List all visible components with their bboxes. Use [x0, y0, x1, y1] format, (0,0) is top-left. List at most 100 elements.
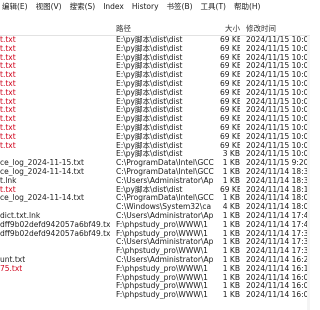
file-name: dff9b02defd942057a6bf49.txt	[0, 228, 110, 238]
result-row[interactable]: t.txt E:\py脚本\dist\dist 69 KB 2024/11/14 18…	[0, 185, 310, 194]
result-row[interactable]: t.txt E:\py脚本\dist\dist 69 KB 2024/11/15 10…	[0, 61, 310, 70]
file-size: 69 KB	[220, 105, 240, 115]
menu-index[interactable]: Index	[99, 0, 128, 14]
file-modified-date: 2024/11/14 17:45	[246, 211, 310, 220]
file-size: 69 KB	[220, 61, 240, 71]
file-size: 69 KB	[220, 35, 240, 44]
file-size: 1 KB	[222, 281, 240, 291]
menu-edit[interactable]: 编辑(E)	[0, 0, 32, 14]
file-path: E:\py脚本\dist\dist	[116, 35, 183, 44]
result-row[interactable]: F:\phpstudy_pro\WWW\1 1 KB 2024/11/14 16:0…	[0, 273, 310, 282]
menu-history[interactable]: History	[128, 0, 163, 14]
result-row[interactable]: t.lnk C:\Users\Administrator\Ap 1 KB 2024/1…	[0, 176, 310, 185]
result-row[interactable]: t.txt E:\py脚本\dist\dist 69 KB 2024/11/15 10…	[0, 79, 310, 88]
file-modified-date: 2024/11/15 10:09	[246, 123, 310, 132]
file-modified-date: 2024/11/15 10:09	[246, 52, 310, 62]
menu-tools[interactable]: 工具(T)	[197, 0, 230, 14]
file-size: 1 KB	[222, 263, 240, 273]
result-row[interactable]: dict.txt.lnk C:\Users\Administrator\Ap 1 K…	[0, 211, 310, 220]
result-row[interactable]: F:\phpstudy_pro\WWW\1 1 KB 2024/11/14 16:0…	[0, 290, 310, 299]
file-size: 1 KB	[222, 211, 240, 220]
file-name: t.txt	[0, 131, 16, 141]
file-name: t.txt	[0, 96, 16, 106]
file-path: C:\Users\Administrator\Ap	[116, 211, 214, 220]
file-path: E:\py脚本\dist\dist	[116, 131, 183, 141]
file-modified-date: 2024/11/15 10:09	[246, 87, 310, 97]
result-row[interactable]: t.txt E:\py脚本\dist\dist 69 KB 2024/11/15 10…	[0, 123, 310, 132]
file-size: 4 KB	[222, 202, 240, 212]
file-modified-date: 2024/11/14 16:11	[246, 263, 310, 273]
file-size: 1 KB	[222, 228, 240, 238]
result-row[interactable]: t.txt E:\py脚本\dist\dist 69 KB 2024/11/15 10…	[0, 105, 310, 114]
file-path: F:\phpstudy_pro\WWW\1	[116, 219, 208, 229]
result-row[interactable]: C:\Windows\System32\ca 4 KB 2024/11/14 18:…	[0, 202, 310, 211]
file-modified-date: 2024/11/14 16:03	[246, 281, 310, 291]
file-name: t.txt	[0, 43, 16, 53]
result-row[interactable]: t.txt E:\py脚本\dist\dist 69 KB 2024/11/15 10…	[0, 44, 310, 53]
menu-search[interactable]: 搜索(S)	[66, 0, 100, 14]
result-row[interactable]: t.txt E:\py脚本\dist\dist 69 KB 2024/11/15 10…	[0, 53, 310, 62]
file-name: t.txt	[0, 140, 16, 150]
menu-help[interactable]: 帮助(H)	[230, 0, 265, 14]
file-path: C:\Windows\System32\ca	[116, 202, 212, 212]
result-row[interactable]: dff9b02defd942057a6bf49.txt F:\phpstudy_p…	[0, 229, 310, 238]
result-row[interactable]: t.txt E:\py脚本\dist\dist 69 KB 2024/11/15 10…	[0, 97, 310, 106]
result-row[interactable]: 75.txt F:\phpstudy_pro\WWW\1 1 KB 2024/11/1…	[0, 264, 310, 273]
file-size: 69 KB	[220, 184, 240, 194]
result-row[interactable]: t.txt E:\py脚本\dist\dist 69 KB 2024/11/15 10…	[0, 70, 310, 79]
file-path: E:\py脚本\dist\dist	[116, 43, 183, 53]
result-row[interactable]: t.txt E:\py脚本\dist\dist 69 KB 2024/11/15 10…	[0, 114, 310, 123]
file-path: E:\py脚本\dist\dist	[116, 61, 183, 71]
file-name: t.txt	[0, 114, 16, 124]
file-size: 1 KB	[222, 167, 240, 176]
result-row[interactable]: unt.txt C:\Users\Administrator\Ap 1 KB 2024…	[0, 255, 310, 264]
result-row[interactable]: C:\Users\Administrator\Ap 1 KB 2024/11/14 …	[0, 237, 310, 246]
file-name: ce_log_2024-11-14.txt	[0, 167, 84, 176]
result-row[interactable]: dff9b02defd942057a6bf49.txt F:\phpstudy_p…	[0, 220, 310, 229]
result-row[interactable]: t.txt E:\py脚本\dist\dist 69 KB 2024/11/15 10…	[0, 141, 310, 150]
file-modified-date: 2024/11/14 16:05	[246, 272, 310, 282]
column-header-date[interactable]: 修改时间	[246, 22, 310, 35]
file-modified-date: 2024/11/15 10:09	[246, 70, 310, 80]
result-row[interactable]: ce_log_2024-11-14.txt C:\ProgramData\Inte…	[0, 193, 310, 202]
file-path: C:\ProgramData\Intel\GCC	[116, 158, 214, 168]
menu-view[interactable]: 视图(V)	[32, 0, 66, 14]
file-name	[0, 281, 110, 290]
result-row[interactable]: t.txt E:\py脚本\dist\dist 69 KB 2024/11/15 10…	[0, 35, 310, 44]
result-row[interactable]: t.txt E:\py脚本\dist\dist 69 KB 2024/11/15 10…	[0, 88, 310, 97]
file-modified-date: 2024/11/14 18:00	[246, 193, 310, 203]
result-row[interactable]: ce_log_2024-11-15.txt C:\ProgramData\Inte…	[0, 158, 310, 167]
result-row[interactable]: t.txt E:\py脚本\dist\dist 69 KB 2024/11/15 10…	[0, 132, 310, 141]
column-header-path[interactable]: 路径	[116, 22, 216, 35]
file-name: ce_log_2024-11-15.txt	[0, 158, 84, 168]
file-name	[0, 273, 110, 282]
file-name: t.txt	[0, 79, 16, 88]
file-name: dict.txt.lnk	[0, 211, 41, 220]
file-modified-date: 2024/11/14 16:03	[246, 290, 310, 300]
result-row[interactable]: E:\py脚本\dist\dist 3 KB 2024/11/15 10:09	[0, 149, 310, 158]
result-row[interactable]: ce_log_2024-11-14.txt C:\ProgramData\Inte…	[0, 167, 310, 176]
vertical-scrollbar[interactable]	[307, 36, 310, 310]
file-modified-date: 2024/11/15 10:09	[246, 149, 310, 159]
file-modified-date: 2024/11/15 10:09	[246, 61, 310, 71]
file-modified-date: 2024/11/14 17:33	[246, 237, 310, 247]
file-name	[0, 290, 110, 299]
file-size: 1 KB	[222, 175, 240, 185]
menu-bookmarks[interactable]: 书签(B)	[163, 0, 197, 14]
result-row[interactable]: F:\phpstudy_pro\WWW\1 1 KB 2024/11/14 16:0…	[0, 281, 310, 290]
file-modified-date: 2024/11/14 17:33	[246, 246, 310, 256]
file-size: 69 KB	[220, 123, 240, 132]
file-name: t.txt	[0, 61, 16, 71]
file-size: 69 KB	[220, 140, 240, 150]
file-size: 1 KB	[222, 290, 240, 300]
file-size: 69 KB	[220, 96, 240, 106]
file-path: E:\py脚本\dist\dist	[116, 70, 183, 80]
file-name: t.txt	[0, 123, 16, 132]
column-header-size[interactable]: 大小	[222, 22, 240, 35]
file-name: t.txt	[0, 184, 16, 194]
file-path: E:\py脚本\dist\dist	[116, 149, 183, 159]
file-path: C:\ProgramData\Intel\GCC	[116, 193, 214, 203]
result-row[interactable]: F:\phpstudy_pro\WWW\1 1 KB 2024/11/14 17:3…	[0, 246, 310, 255]
file-name	[0, 237, 110, 246]
file-name: t.txt	[0, 70, 16, 80]
